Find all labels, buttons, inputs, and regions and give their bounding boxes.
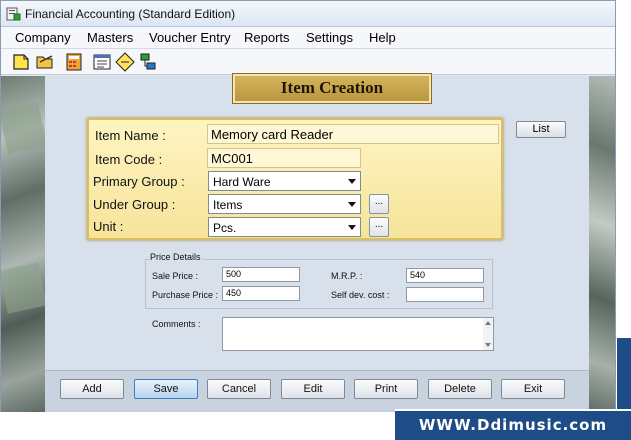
primary-group-select[interactable]: Hard Ware: [208, 171, 361, 191]
money-decoration: [0, 262, 48, 314]
item-code-input[interactable]: MC001: [207, 148, 361, 168]
item-name-input[interactable]: Memory card Reader: [207, 124, 499, 144]
list-button[interactable]: List: [516, 121, 566, 138]
diamond-note-icon[interactable]: [115, 52, 135, 72]
item-name-label: Item Name :: [95, 128, 166, 143]
watermark-edge: [617, 338, 631, 412]
watermark-banner: WWW.Ddimusic.com: [395, 409, 631, 440]
calculator-icon[interactable]: [64, 52, 84, 72]
primary-group-label: Primary Group :: [93, 174, 185, 189]
menu-settings[interactable]: Settings: [306, 30, 353, 45]
unit-label: Unit :: [93, 219, 124, 234]
new-document-icon[interactable]: [11, 52, 31, 72]
menu-help[interactable]: Help: [369, 30, 396, 45]
title-bar: Financial Accounting (Standard Edition): [1, 1, 615, 27]
add-button[interactable]: Add: [60, 379, 124, 399]
scroll-up-icon[interactable]: [485, 321, 491, 325]
calendar-icon[interactable]: [92, 52, 112, 72]
purchase-price-input[interactable]: 450: [222, 286, 300, 301]
application-window: Financial Accounting (Standard Edition) …: [0, 0, 616, 412]
toolbar: [1, 49, 615, 75]
window-title: Financial Accounting (Standard Edition): [25, 7, 236, 21]
item-details-panel: Item Name : Memory card Reader Item Code…: [87, 118, 503, 240]
under-group-value: Items: [213, 198, 243, 212]
comments-label: Comments :: [152, 319, 201, 329]
price-details-group: Price Details Sale Price : 500 Purchase …: [145, 252, 493, 309]
unit-select[interactable]: Pcs.: [208, 217, 361, 237]
app-icon: [6, 7, 21, 21]
network-icon[interactable]: [138, 52, 158, 72]
item-code-label: Item Code :: [95, 152, 163, 167]
price-details-title: Price Details: [149, 252, 202, 262]
under-group-select[interactable]: Items: [208, 194, 361, 214]
open-folder-icon[interactable]: [35, 52, 55, 72]
chevron-down-icon: [348, 179, 356, 184]
chevron-down-icon: [348, 225, 356, 230]
under-group-label: Under Group :: [93, 197, 176, 212]
menu-voucher-entry[interactable]: Voucher Entry: [149, 30, 231, 45]
self-dev-cost-label: Self dev. cost :: [331, 290, 390, 300]
under-group-browse-button[interactable]: ...: [369, 194, 389, 214]
action-button-bar: Add Save Cancel Edit Print Delete Exit: [45, 370, 589, 412]
sale-price-input[interactable]: 500: [222, 267, 300, 282]
unit-value: Pcs.: [213, 221, 237, 235]
print-button[interactable]: Print: [354, 379, 418, 399]
form-title-banner: Item Creation: [232, 73, 432, 104]
money-decoration: [0, 102, 48, 154]
chevron-down-icon: [348, 202, 356, 207]
menu-reports[interactable]: Reports: [244, 30, 290, 45]
mrp-input[interactable]: 540: [406, 268, 484, 283]
scroll-down-icon[interactable]: [485, 343, 491, 347]
comments-textarea[interactable]: [222, 317, 494, 351]
edit-button[interactable]: Edit: [281, 379, 345, 399]
delete-button[interactable]: Delete: [428, 379, 492, 399]
purchase-price-label: Purchase Price :: [152, 290, 219, 300]
unit-browse-button[interactable]: ...: [369, 217, 389, 237]
decorative-background-left: [0, 76, 48, 412]
menu-company[interactable]: Company: [15, 30, 71, 45]
cancel-button[interactable]: Cancel: [207, 379, 271, 399]
item-creation-form: Item Creation Item Name : Memory card Re…: [45, 73, 589, 412]
decorative-background-right: [589, 76, 615, 412]
mrp-label: M.R.P. :: [331, 271, 363, 281]
comments-scrollbar[interactable]: [483, 318, 493, 350]
save-button[interactable]: Save: [134, 379, 198, 399]
self-dev-cost-input[interactable]: [406, 287, 484, 302]
menu-bar: Company Masters Voucher Entry Reports Se…: [1, 27, 615, 49]
menu-masters[interactable]: Masters: [87, 30, 133, 45]
primary-group-value: Hard Ware: [213, 175, 271, 189]
sale-price-label: Sale Price :: [152, 271, 199, 281]
exit-button[interactable]: Exit: [501, 379, 565, 399]
